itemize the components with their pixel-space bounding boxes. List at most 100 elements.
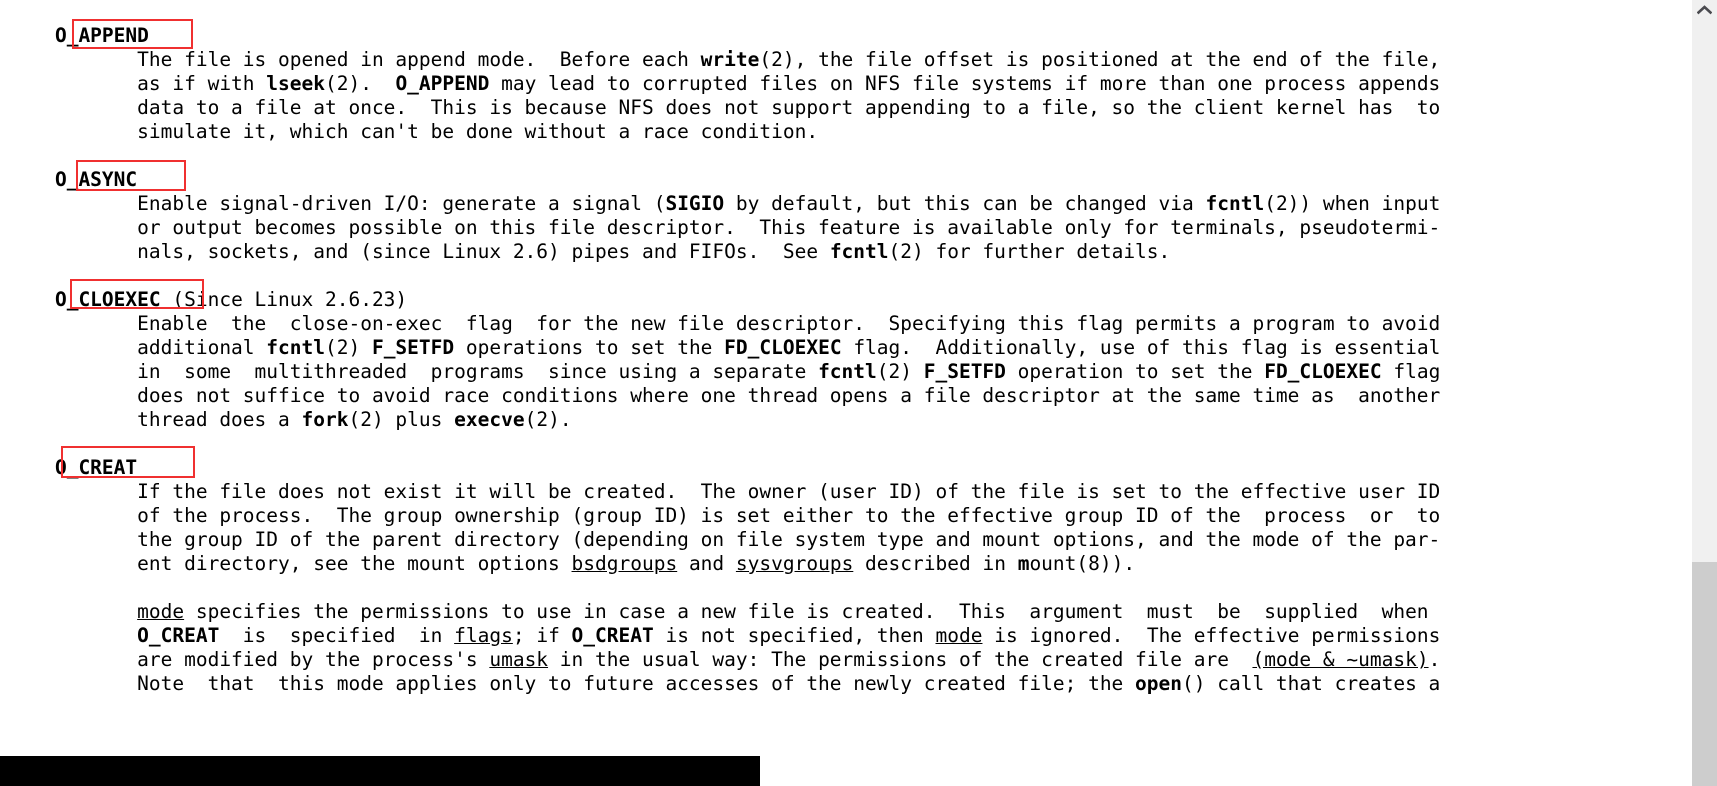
man-page-line: does not suffice to avoid race condition… bbox=[0, 384, 1692, 408]
man-page-line bbox=[0, 432, 1692, 456]
man-page-line: thread does a fork(2) plus execve(2). bbox=[0, 408, 1692, 432]
plain-text: is specified in bbox=[219, 624, 455, 647]
bold-text: open bbox=[1135, 672, 1183, 695]
plain-text: of the process. The group ownership (gro… bbox=[8, 504, 1441, 527]
man-page-line bbox=[0, 576, 1692, 600]
bold-text: execve bbox=[454, 408, 525, 431]
plain-text: ; if bbox=[512, 624, 572, 647]
plain-text: described in bbox=[853, 552, 1018, 575]
bold-text: fcntl bbox=[1205, 192, 1265, 215]
bold-text: fork bbox=[301, 408, 349, 431]
plain-text: in the usual way: The permissions of the… bbox=[548, 648, 1253, 671]
plain-text: are modified by the process's bbox=[8, 648, 490, 671]
plain-text: ount(8)). bbox=[1029, 552, 1136, 575]
man-page-line bbox=[0, 144, 1692, 168]
plain-text: simulate it, which can't be done without… bbox=[8, 120, 819, 143]
bold-text: FD_CLOEXEC bbox=[1264, 360, 1382, 383]
man-page-line: O_CLOEXEC (Since Linux 2.6.23) bbox=[0, 288, 1692, 312]
man-page-line: additional fcntl(2) F_SETFD operations t… bbox=[0, 336, 1692, 360]
plain-text: Enable the close-on-exec flag for the ne… bbox=[8, 312, 1441, 335]
bold-text: F_SETFD bbox=[371, 336, 455, 359]
plain-text: is not specified, then bbox=[653, 624, 936, 647]
man-page-line: in some multithreaded programs since usi… bbox=[0, 360, 1692, 384]
bold-text: O_ASYNC bbox=[8, 168, 138, 191]
less-status-bar[interactable]: Manual page open(2) line 41 (press h for… bbox=[0, 756, 760, 786]
plain-text: . bbox=[1428, 648, 1441, 671]
man-page-line: Note that this mode applies only to futu… bbox=[0, 672, 1692, 696]
plain-text: nals, sockets, and (since Linux 2.6) pip… bbox=[8, 240, 830, 263]
underlined-text: (mode & ~umask) bbox=[1252, 648, 1429, 671]
bold-text: m bbox=[1017, 552, 1030, 575]
man-page-line: data to a file at once. This is because … bbox=[0, 96, 1692, 120]
plain-text: flag. Additionally, use of this flag is … bbox=[841, 336, 1441, 359]
man-page-line: Enable the close-on-exec flag for the ne… bbox=[0, 312, 1692, 336]
bold-text: O_CREAT bbox=[137, 624, 220, 647]
plain-text: or output becomes possible on this file … bbox=[8, 216, 1441, 239]
plain-text: the group ID of the parent directory (de… bbox=[8, 528, 1441, 551]
man-page-line: or output becomes possible on this file … bbox=[0, 216, 1692, 240]
man-page-line: O_ASYNC bbox=[0, 168, 1692, 192]
bold-text: fcntl bbox=[266, 336, 325, 359]
plain-text: in some multithreaded programs since usi… bbox=[8, 360, 819, 383]
plain-text: (2). bbox=[324, 72, 396, 95]
man-page-line: of the process. The group ownership (gro… bbox=[0, 504, 1692, 528]
plain-text: may lead to corrupted files on NFS file … bbox=[489, 72, 1441, 95]
plain-text: (2)) when input bbox=[1264, 192, 1441, 215]
scrollbar-thumb[interactable] bbox=[1692, 562, 1717, 786]
vertical-scrollbar[interactable] bbox=[1692, 0, 1717, 786]
underlined-text: mode bbox=[137, 600, 185, 623]
man-page-line: O_CREAT is specified in flags; if O_CREA… bbox=[0, 624, 1692, 648]
plain-text: thread does a bbox=[8, 408, 302, 431]
plain-text: as if with bbox=[8, 72, 267, 95]
terminal-window[interactable]: O_APPEND The file is opened in append mo… bbox=[0, 0, 1692, 786]
man-page-line: The file is opened in append mode. Befor… bbox=[0, 48, 1692, 72]
plain-text: If the file does not exist it will be cr… bbox=[8, 480, 1441, 503]
plain-text: Note that this mode applies only to futu… bbox=[8, 672, 1136, 695]
plain-text: operations to set the bbox=[454, 336, 725, 359]
plain-text: is ignored. The effective permissions bbox=[982, 624, 1441, 647]
bold-text: O_APPEND bbox=[8, 24, 149, 47]
plain-text bbox=[8, 600, 137, 623]
man-page-line bbox=[0, 264, 1692, 288]
plain-text bbox=[8, 624, 137, 647]
plain-text: specifies the permissions to use in case… bbox=[184, 600, 1429, 623]
man-page-text-area[interactable]: O_APPEND The file is opened in append mo… bbox=[0, 0, 1692, 752]
bold-text: SIGIO bbox=[665, 192, 725, 215]
plain-text: ent directory, see the mount options bbox=[8, 552, 572, 575]
plain-text: (2) for further details. bbox=[888, 240, 1171, 263]
bold-text: F_SETFD bbox=[923, 360, 1006, 383]
bold-text: O_CREAT bbox=[571, 624, 654, 647]
man-page-line: ent directory, see the mount options bsd… bbox=[0, 552, 1692, 576]
plain-text: data to a file at once. This is because … bbox=[8, 96, 1441, 119]
man-page-line: mode specifies the permissions to use in… bbox=[0, 600, 1692, 624]
underlined-text: mode bbox=[935, 624, 983, 647]
plain-text: by default, but this can be changed via bbox=[724, 192, 1206, 215]
plain-text: Enable signal-driven I/O: generate a sig… bbox=[8, 192, 666, 215]
man-page-line: If the file does not exist it will be cr… bbox=[0, 480, 1692, 504]
plain-text: does not suffice to avoid race condition… bbox=[8, 384, 1441, 407]
underlined-text: umask bbox=[489, 648, 549, 671]
man-page-line: as if with lseek(2). O_APPEND may lead t… bbox=[0, 72, 1692, 96]
underlined-text: flags bbox=[454, 624, 513, 647]
plain-text: flag bbox=[1381, 360, 1441, 383]
scroll-up-arrow-icon[interactable] bbox=[1692, 0, 1717, 20]
man-page-line: Enable signal-driven I/O: generate a sig… bbox=[0, 192, 1692, 216]
plain-text: operation to set the bbox=[1005, 360, 1265, 383]
man-page-line: simulate it, which can't be done without… bbox=[0, 120, 1692, 144]
bold-text: FD_CLOEXEC bbox=[724, 336, 842, 359]
plain-text: (2). bbox=[524, 408, 572, 431]
bold-text: O_APPEND bbox=[395, 72, 490, 95]
bold-text: O_CLOEXEC bbox=[8, 288, 161, 311]
bold-text: lseek bbox=[266, 72, 325, 95]
plain-text: additional bbox=[8, 336, 267, 359]
bold-text: write bbox=[700, 48, 760, 71]
plain-text: The file is opened in append mode. Befor… bbox=[8, 48, 701, 71]
plain-text: and bbox=[677, 552, 736, 575]
man-page-line: nals, sockets, and (since Linux 2.6) pip… bbox=[0, 240, 1692, 264]
plain-text: () call that creates a bbox=[1182, 672, 1441, 695]
plain-text: (Since Linux 2.6.23) bbox=[160, 288, 408, 311]
plain-text: (2) bbox=[324, 336, 372, 359]
bold-text: O_CREAT bbox=[8, 456, 138, 479]
plain-text: (2) bbox=[876, 360, 924, 383]
man-page-line: are modified by the process's umask in t… bbox=[0, 648, 1692, 672]
